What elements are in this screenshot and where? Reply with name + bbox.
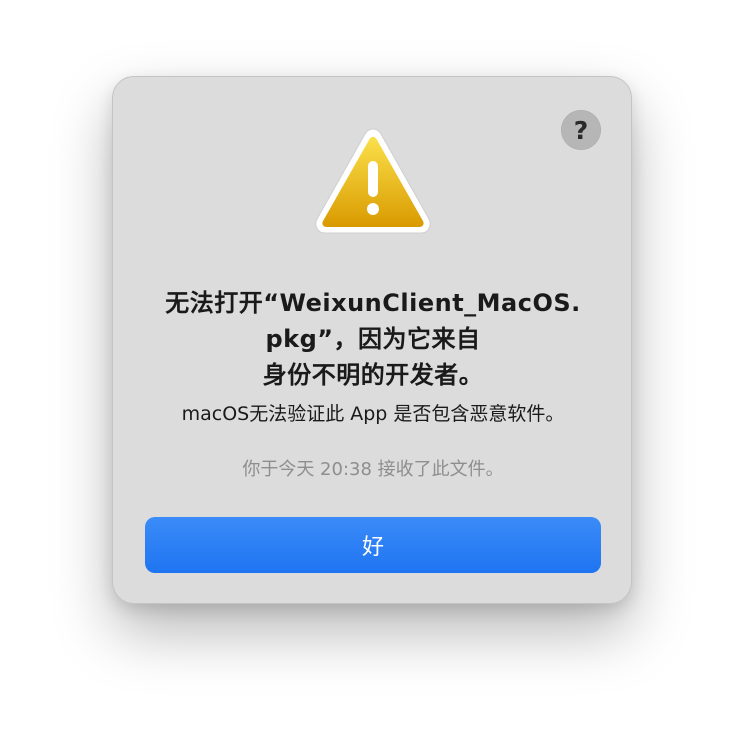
title-line-1: 无法打开“WeixunClient_MacOS. xyxy=(165,289,581,317)
help-icon: ? xyxy=(573,115,589,145)
title-line-3: 身份不明的开发者。 xyxy=(262,361,484,389)
title-line-2: pkg”，因为它来自 xyxy=(265,325,481,353)
ok-button-label: 好 xyxy=(361,534,384,559)
warning-triangle-icon xyxy=(315,128,431,234)
alert-dialog: ? 无法打开“WeixunClient_MacOS. pkg”，因为它来自 身份… xyxy=(112,76,632,604)
help-button[interactable]: ? xyxy=(561,110,601,150)
screen: ? 无法打开“WeixunClient_MacOS. pkg”，因为它来自 身份… xyxy=(0,0,744,752)
dialog-title: 无法打开“WeixunClient_MacOS. pkg”，因为它来自 身份不明… xyxy=(143,285,603,393)
dialog-message: macOS无法验证此 App 是否包含恶意软件。 xyxy=(181,403,565,425)
received-note: 你于今天 20:38 接收了此文件。 xyxy=(242,459,504,480)
ok-button[interactable]: 好 xyxy=(145,517,601,573)
